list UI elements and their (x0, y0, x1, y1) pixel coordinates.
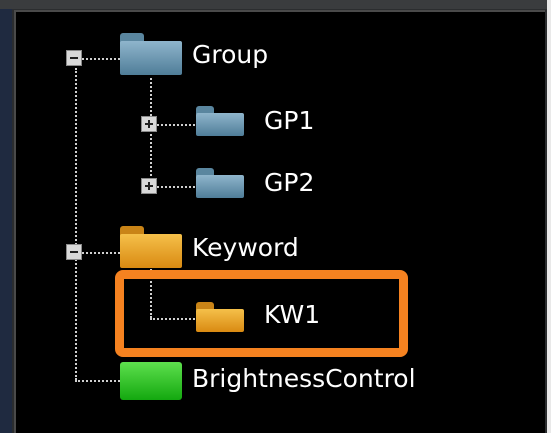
tree-item-gp1[interactable]: GP1 (264, 106, 314, 136)
window-top-edge (0, 0, 551, 9)
collapse-button-keyword[interactable] (66, 244, 82, 260)
tree-line-group-children (150, 78, 152, 188)
folder-orange-icon (120, 226, 182, 268)
green-box-icon (120, 362, 182, 400)
tree-line-h (75, 380, 120, 382)
collapse-button-group[interactable] (66, 50, 82, 66)
tree-item-group[interactable]: Group (192, 40, 268, 70)
window-right-edge (547, 0, 551, 433)
tree-line-h (157, 124, 195, 126)
tree-line-h (157, 186, 195, 188)
tree-line-root (75, 68, 77, 380)
highlight-box (115, 270, 408, 357)
folder-blue-icon (120, 33, 182, 75)
expand-button-gp2[interactable] (141, 178, 157, 194)
tree-item-gp2[interactable]: GP2 (264, 168, 314, 198)
folder-blue-icon (196, 106, 244, 136)
tree-line-h (82, 252, 120, 254)
window-left-edge (0, 0, 12, 433)
tree-item-keyword[interactable]: Keyword (192, 233, 299, 263)
folder-blue-icon (196, 168, 244, 198)
expand-button-gp1[interactable] (141, 116, 157, 132)
tree-item-brightness-control[interactable]: BrightnessControl (192, 364, 416, 394)
tree-line-h (82, 58, 120, 60)
